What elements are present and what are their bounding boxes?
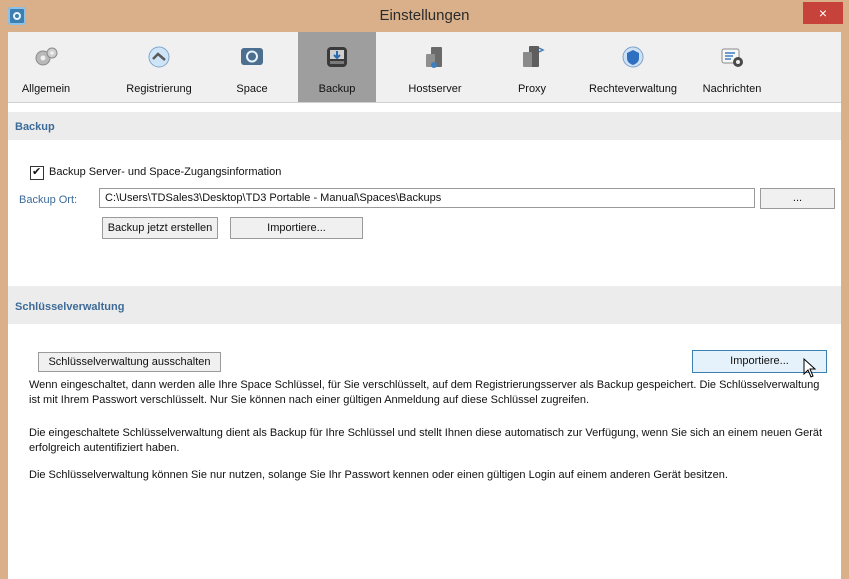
key-info-paragraph-2: Die eingeschaltete Schlüsselverwaltung d… [29, 427, 823, 454]
browse-button[interactable]: ... [760, 188, 835, 209]
registration-icon [148, 46, 170, 68]
backup-icon [327, 47, 347, 67]
settings-tab-bar: Allgemein Registrierung Space Backup Hos… [8, 32, 841, 103]
tab-registrierung[interactable]: Registrierung [104, 32, 214, 102]
section-title: Schlüsselverwaltung [15, 301, 125, 313]
tab-rechteverwaltung[interactable]: Rechteverwaltung [578, 32, 688, 102]
space-icon [241, 48, 263, 65]
tab-allgemein[interactable]: Allgemein [8, 32, 84, 102]
key-info-paragraph-3: Die Schlüsselverwaltung können Sie nur n… [29, 469, 728, 481]
proxy-icon [523, 46, 545, 67]
backup-location-label: Backup Ort: [19, 194, 78, 206]
tab-label: Proxy [517, 83, 547, 95]
tab-label: Hostserver [408, 83, 462, 95]
backup-section-header: Backup [8, 112, 841, 140]
section-title: Backup [15, 121, 55, 133]
tab-proxy[interactable]: Proxy [496, 32, 568, 102]
messages-icon [721, 48, 743, 67]
backup-checkbox[interactable] [30, 165, 44, 180]
tab-nachrichten[interactable]: Nachrichten [694, 32, 770, 102]
settings-content: Allgemein Registrierung Space Backup Hos… [8, 32, 841, 579]
window-title: Einstellungen [379, 7, 470, 24]
disable-key-management-button[interactable]: Schlüsselverwaltung ausschalten [38, 352, 221, 372]
tab-label: Space [236, 83, 268, 95]
title-bar[interactable]: Einstellungen × [0, 0, 849, 32]
checkbox-label: Backup Server- und Space-Zugangsinformat… [49, 166, 282, 178]
rights-icon [622, 46, 644, 68]
settings-window: Einstellungen × Allgemein Registrierung [0, 0, 849, 579]
hostserver-icon [426, 47, 442, 68]
gears-icon [35, 47, 58, 66]
tab-hostserver[interactable]: Hostserver [392, 32, 478, 102]
close-button[interactable]: × [803, 2, 843, 24]
mouse-cursor-icon [803, 358, 817, 378]
tab-label: Backup [318, 83, 356, 95]
create-backup-button[interactable]: Backup jetzt erstellen [102, 217, 218, 239]
tab-label: Registrierung [126, 83, 192, 95]
import-backup-button[interactable]: Importiere... [230, 217, 363, 239]
tab-label: Nachrichten [702, 83, 762, 95]
tab-space[interactable]: Space [216, 32, 288, 102]
key-management-section-header: Schlüsselverwaltung [8, 286, 841, 324]
tab-label: Rechteverwaltung [588, 83, 678, 95]
tab-label: Allgemein [21, 83, 71, 95]
key-info-paragraph-1: Wenn eingeschaltet, dann werden alle Ihr… [29, 379, 820, 406]
tab-backup[interactable]: Backup [298, 32, 376, 102]
backup-location-input[interactable] [99, 188, 755, 208]
